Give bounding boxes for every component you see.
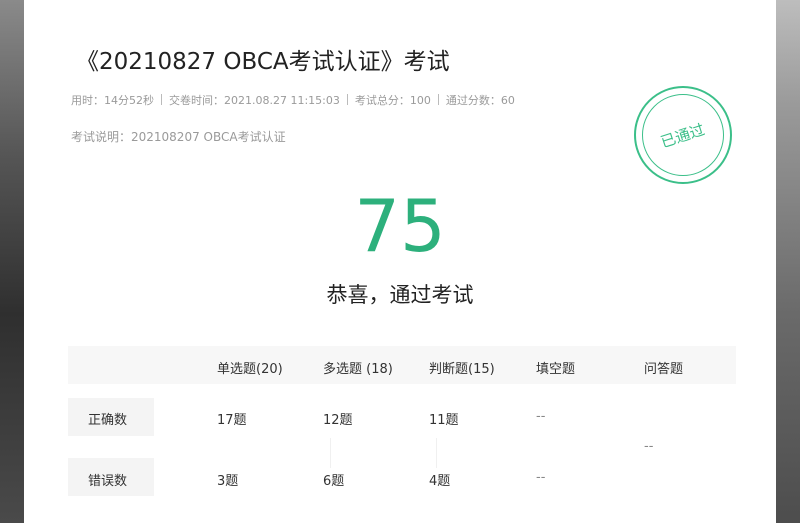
time-used: 用时：14分52秒 (71, 94, 154, 107)
header-fill-blank: 填空题 (536, 362, 576, 377)
meta-divider (161, 94, 162, 105)
header-single-choice: 单选题(20) (217, 362, 283, 377)
cell-essay: -- (644, 439, 654, 454)
cell-correct-single: 17题 (217, 413, 247, 428)
background-right (776, 0, 800, 523)
row-label-correct: 正确数 (88, 413, 128, 428)
cell-wrong-fill-blank: -- (536, 470, 546, 485)
cell-wrong-true-false: 4题 (429, 474, 451, 489)
exam-meta: 用时：14分52秒 交卷时间：2021.08.27 11:15:03 考试总分：10… (71, 92, 515, 108)
table-header (68, 346, 736, 384)
pass-score: 通过分数：60 (445, 94, 515, 107)
header-essay: 问答题 (644, 362, 684, 377)
row-label-wrong: 错误数 (88, 474, 128, 489)
meta-divider (437, 94, 439, 105)
cell-wrong-multiple: 6题 (323, 474, 345, 489)
cell-wrong-single: 3题 (217, 474, 239, 489)
passed-stamp: 已通过 (634, 86, 732, 184)
result-table: 单选题(20) 多选题 (18) 判断题(15) 填空题 问答题 正确数 17题… (68, 346, 736, 516)
result-message: 恭喜，通过考试 (326, 283, 474, 307)
submit-time: 交卷时间：2021.08.27 11:15:03 (169, 94, 340, 107)
background-left (0, 0, 24, 523)
exam-result-card: 《20210827 OBCA考试认证》考试 用时：14分52秒 交卷时间：2021… (24, 0, 776, 523)
exam-description: 考试说明：202108207 OBCA考试认证 (71, 130, 286, 144)
header-multiple-choice: 多选题 (18) (323, 362, 393, 377)
cell-correct-true-false: 11题 (429, 413, 459, 428)
cell-correct-fill-blank: -- (536, 409, 546, 424)
total-score: 考试总分：100 (354, 94, 431, 107)
cell-correct-multiple: 12题 (323, 413, 353, 428)
header-true-false: 判断题(15) (429, 362, 495, 377)
passed-stamp-inner-ring: 已通过 (642, 94, 724, 176)
meta-divider (346, 94, 348, 105)
passed-stamp-label: 已通过 (658, 119, 708, 151)
exam-title: 《20210827 OBCA考试认证》考试 (76, 49, 450, 75)
exam-score: 75 (354, 184, 446, 268)
grid-divider (330, 438, 331, 468)
grid-divider (436, 438, 437, 468)
